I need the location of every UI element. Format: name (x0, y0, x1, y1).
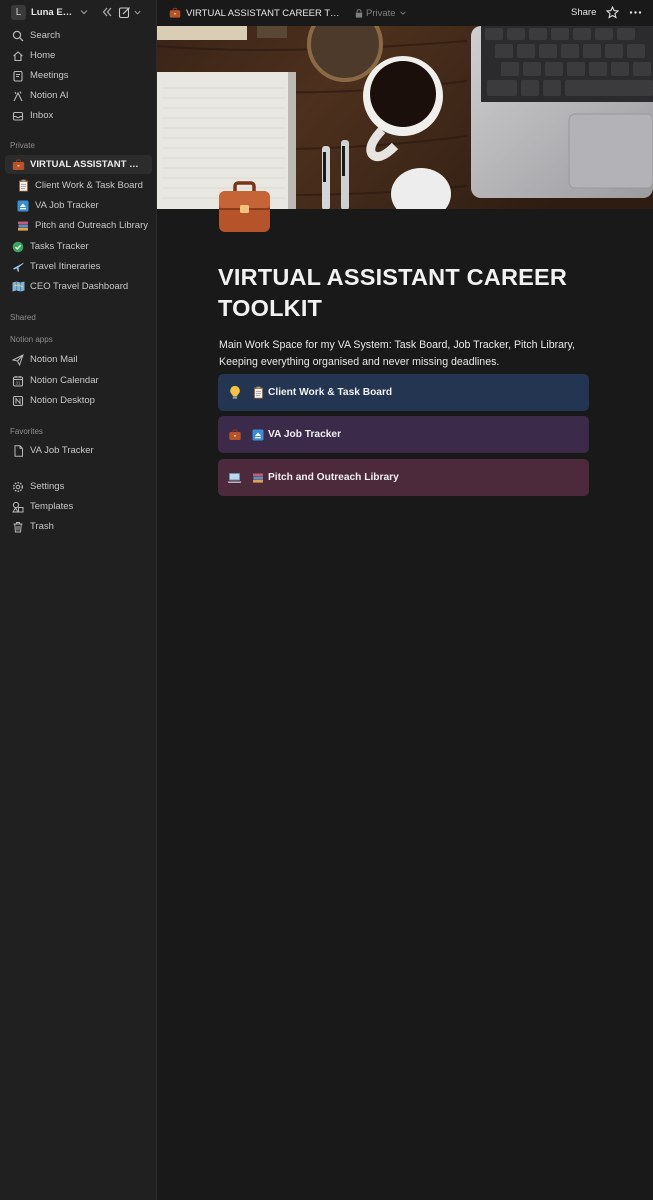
home-icon (11, 49, 25, 63)
sidebar-item-label: VA Job Tracker (35, 200, 99, 211)
sidebar-item-templates[interactable]: Templates (5, 497, 152, 516)
star-icon[interactable] (606, 6, 619, 19)
sidebar-item-label: Trash (30, 521, 54, 532)
sidebar-item-label: Templates (30, 501, 74, 512)
send-icon (11, 353, 25, 367)
check-circle-icon (11, 240, 25, 254)
notion-ai-icon (11, 89, 25, 103)
workspace-name: Luna Esteves (31, 6, 73, 18)
callout-client-work[interactable]: Client Work & Task Board (218, 374, 589, 411)
lightbulb-icon (227, 385, 242, 400)
sidebar-item-inbox[interactable]: Inbox (5, 106, 152, 125)
sidebar-item-notion-desktop[interactable]: Notion Desktop (5, 391, 152, 410)
sidebar-item-label: VIRTUAL ASSISTANT CAREER TOOLKIT (30, 159, 144, 170)
calendar-icon: 31 (11, 374, 25, 388)
sidebar-item-travel-itineraries[interactable]: Travel Itineraries (5, 257, 152, 276)
breadcrumb[interactable]: VIRTUAL ASSISTANT CAREER TOOLKIT (186, 8, 341, 19)
desktop-icon (11, 394, 25, 408)
sidebar-item-label: Settings (30, 481, 65, 492)
sidebar: L Luna Esteves Search Home Meetings Noti… (0, 0, 157, 1200)
briefcase-icon (169, 7, 181, 18)
callout-link-label[interactable]: VA Job Tracker (268, 429, 341, 440)
sidebar-item-label: CEO Travel Dashboard (30, 281, 129, 292)
page-title[interactable]: VIRTUAL ASSISTANT CAREER TOOLKIT (218, 262, 598, 324)
topbar: VIRTUAL ASSISTANT CAREER TOOLKIT Private… (157, 0, 653, 26)
sidebar-item-label: Meetings (30, 70, 69, 81)
sidebar-item-favorite-job-tracker[interactable]: VA Job Tracker (5, 441, 152, 460)
sidebar-item-settings[interactable]: Settings (5, 477, 152, 496)
section-favorites-label: Favorites (10, 427, 43, 436)
sidebar-item-label: VA Job Tracker (30, 445, 94, 456)
sidebar-item-tasks-tracker[interactable]: Tasks Tracker (5, 237, 152, 256)
sidebar-item-label: Client Work & Task Board (35, 180, 143, 191)
sidebar-item-trash[interactable]: Trash (5, 517, 152, 536)
sidebar-item-label: Travel Itineraries (30, 261, 101, 272)
briefcase-icon (11, 158, 25, 172)
trash-icon (11, 520, 25, 534)
laptop-icon (227, 470, 242, 485)
search-icon (11, 29, 25, 43)
clipboard-icon (16, 179, 30, 193)
eject-icon (251, 428, 265, 442)
meetings-icon (11, 69, 25, 83)
callout-link-label[interactable]: Pitch and Outreach Library (268, 472, 399, 483)
sidebar-item-home[interactable]: Home (5, 46, 152, 65)
clipboard-icon (251, 386, 265, 400)
callout-link-label[interactable]: Client Work & Task Board (268, 387, 392, 398)
eject-icon (16, 199, 30, 213)
lock-icon (355, 8, 363, 18)
page-icon (11, 444, 25, 458)
sidebar-item-label: Notion AI (30, 90, 69, 101)
airplane-icon (11, 260, 25, 274)
sidebar-item-label: Tasks Tracker (30, 241, 89, 252)
templates-icon (11, 500, 25, 514)
more-options-icon[interactable] (629, 6, 642, 19)
svg-text:31: 31 (15, 380, 21, 385)
sidebar-item-va-toolkit[interactable]: VIRTUAL ASSISTANT CAREER TOOLKIT (5, 155, 152, 174)
sidebar-item-label: Home (30, 50, 56, 61)
sidebar-item-label: Inbox (30, 110, 54, 121)
sidebar-item-label: Notion Desktop (30, 395, 95, 406)
workspace-avatar: L (11, 4, 26, 20)
books-icon (16, 219, 30, 233)
privacy-status[interactable]: Private (366, 8, 396, 19)
gear-icon (11, 480, 25, 494)
sidebar-item-client-work[interactable]: Client Work & Task Board (5, 176, 152, 195)
sidebar-item-notion-calendar[interactable]: 31 Notion Calendar (5, 371, 152, 390)
inbox-icon (11, 109, 25, 123)
sidebar-item-notion-mail[interactable]: Notion Mail (5, 350, 152, 369)
sidebar-item-label: Notion Mail (30, 354, 78, 365)
books-icon (251, 471, 265, 485)
chevron-down-icon[interactable] (399, 9, 407, 17)
section-private-label: Private (10, 141, 35, 150)
chevron-down-icon[interactable] (133, 8, 142, 17)
sidebar-item-va-job-tracker[interactable]: VA Job Tracker (5, 196, 152, 215)
workspace-switcher[interactable]: L Luna Esteves (4, 2, 152, 22)
callout-pitch-library[interactable]: Pitch and Outreach Library (218, 459, 589, 496)
chevron-down-icon[interactable] (79, 7, 89, 17)
sidebar-item-meetings[interactable]: Meetings (5, 66, 152, 85)
briefcase-icon (227, 427, 242, 442)
new-page-icon[interactable] (118, 6, 131, 19)
map-icon (11, 280, 25, 294)
callout-va-job-tracker[interactable]: VA Job Tracker (218, 416, 589, 453)
sidebar-item-search[interactable]: Search (5, 26, 152, 45)
sidebar-item-label: Pitch and Outreach Library (35, 220, 149, 231)
section-shared-label: Shared (10, 313, 36, 322)
sidebar-item-label: Notion Calendar (30, 375, 99, 386)
sidebar-item-ceo-travel[interactable]: CEO Travel Dashboard (5, 277, 152, 296)
section-apps-label: Notion apps (10, 335, 53, 344)
share-button[interactable]: Share (571, 7, 596, 18)
sidebar-item-pitch-library[interactable]: Pitch and Outreach Library (5, 216, 152, 235)
sidebar-item-notion-ai[interactable]: Notion AI (5, 86, 152, 105)
collapse-sidebar-icon[interactable] (101, 6, 113, 18)
sidebar-item-label: Search (30, 30, 61, 41)
page-briefcase-icon[interactable] (218, 181, 271, 233)
page-description[interactable]: Main Work Space for my VA System: Task B… (219, 337, 599, 370)
